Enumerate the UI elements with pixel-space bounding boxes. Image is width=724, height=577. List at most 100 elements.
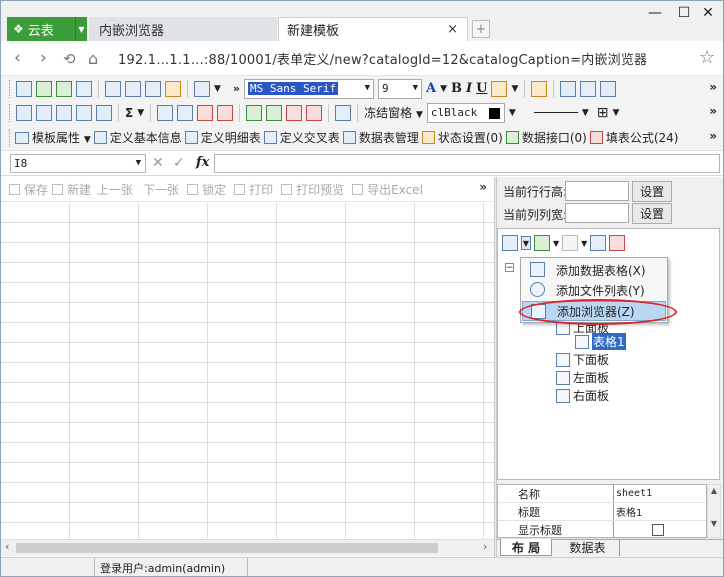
save-button[interactable]: 保存	[24, 181, 48, 198]
table-icon[interactable]	[76, 104, 92, 121]
property-row[interactable]: 名称 sheet1	[498, 485, 706, 503]
tree-node-table1[interactable]: 表格1	[575, 333, 626, 350]
export-excel-button[interactable]: 导出Excel	[367, 181, 423, 198]
chevron-down-icon[interactable]: ▼	[582, 108, 589, 118]
set-col-width-button[interactable]: 设置	[632, 203, 672, 224]
fill-color-icon[interactable]	[491, 80, 508, 97]
font-color-icon[interactable]: A	[426, 81, 436, 96]
undo-icon[interactable]	[194, 80, 210, 97]
tree-node-left-panel[interactable]: 左面板	[556, 369, 609, 386]
close-window-icon[interactable]: ✕	[690, 2, 724, 24]
chevron-down-icon[interactable]: ▼	[509, 108, 516, 118]
previous-button[interactable]: 上一张	[97, 181, 133, 198]
property-value[interactable]: sheet1	[613, 485, 706, 502]
show-title-checkbox[interactable]	[652, 523, 664, 536]
cell-format-icon[interactable]	[96, 104, 112, 121]
tab-layout[interactable]: 布 局	[500, 539, 552, 556]
next-button[interactable]: 下一张	[143, 181, 179, 198]
sort-icon[interactable]	[246, 104, 263, 121]
delete-icon[interactable]	[609, 235, 626, 251]
freeze-panes-button[interactable]: 冻结窗格 ▼	[364, 104, 423, 121]
set-row-height-button[interactable]: 设置	[632, 181, 672, 202]
chevron-down-icon[interactable]: ▼	[521, 236, 531, 250]
function-icon[interactable]: fx	[196, 155, 209, 170]
scroll-right-icon[interactable]: ›	[483, 540, 487, 553]
lock-button[interactable]: 锁定	[202, 181, 226, 198]
page-break-icon[interactable]	[286, 104, 303, 121]
new-tab-button[interactable]: +	[472, 20, 490, 38]
property-row[interactable]: 显示标题	[498, 521, 706, 539]
define-cross-table-button[interactable]: 定义交叉表	[280, 129, 340, 146]
report-icon[interactable]	[306, 104, 323, 121]
tree-node-right-panel[interactable]: 右面板	[556, 387, 609, 404]
chevron-down-icon[interactable]: ▼	[581, 239, 587, 248]
align-right-icon[interactable]	[600, 80, 617, 97]
properties-scrollbar[interactable]: ▲ ▼	[707, 484, 721, 538]
blank-page-icon[interactable]	[562, 235, 579, 251]
define-detail-table-button[interactable]: 定义明细表	[201, 129, 261, 146]
sheet-green-icon[interactable]	[36, 80, 52, 97]
border-icon[interactable]: ⊞	[597, 105, 609, 121]
chevron-down-icon[interactable]: ▼	[214, 84, 221, 94]
align-center-icon[interactable]	[580, 80, 597, 97]
abc-icon[interactable]	[335, 104, 352, 121]
bookmark-star-icon[interactable]: ☆	[699, 47, 715, 68]
export-icon[interactable]	[76, 80, 92, 97]
toolbar-overflow-icon[interactable]: »	[709, 129, 717, 143]
sum-icon[interactable]: Σ	[125, 106, 133, 120]
filter-icon[interactable]	[266, 104, 283, 121]
home-icon[interactable]: ⌂	[88, 49, 98, 68]
bold-button[interactable]: B	[451, 81, 462, 96]
add-panel-icon[interactable]	[502, 235, 518, 251]
new-button[interactable]: 新建	[67, 181, 91, 198]
chevron-down-icon[interactable]: ▼	[440, 84, 447, 94]
cut-icon[interactable]	[105, 80, 121, 97]
print-button[interactable]: 打印	[249, 181, 273, 198]
underline-button[interactable]: U	[476, 81, 487, 96]
format-painter-icon[interactable]	[165, 80, 181, 97]
color-select[interactable]: clBlack	[426, 102, 505, 123]
menu-item-add-data-table[interactable]: 添加数据表格(X)	[522, 260, 666, 280]
template-props-button[interactable]: 模板属性 ▼	[32, 129, 91, 146]
formula-input[interactable]	[214, 154, 720, 173]
save-icon[interactable]	[16, 80, 32, 97]
delete-row-icon[interactable]	[197, 104, 214, 121]
property-value[interactable]	[613, 521, 706, 538]
tab-embedded-browser[interactable]: 内嵌浏览器	[89, 17, 277, 41]
confirm-icon[interactable]: ✓	[173, 155, 185, 171]
chart-icon[interactable]	[157, 104, 174, 121]
toolbar-overflow-icon[interactable]: »	[479, 180, 487, 194]
tab-new-template[interactable]: 新建模板 ×	[278, 17, 468, 41]
scrollbar-thumb[interactable]	[16, 543, 438, 553]
back-icon[interactable]: ‹	[14, 48, 21, 68]
lock-icon[interactable]	[531, 80, 548, 97]
tree-expander-icon[interactable]: −	[505, 263, 514, 273]
delete-col-icon[interactable]	[217, 104, 234, 121]
data-interface-button[interactable]: 数据接口(0)	[522, 129, 587, 146]
scroll-left-icon[interactable]: ‹	[5, 540, 9, 553]
toolbar-overflow-icon[interactable]: »	[709, 104, 717, 118]
status-settings-button[interactable]: 状态设置(0)	[438, 129, 503, 146]
align-left-icon[interactable]	[560, 80, 577, 97]
print-preview-button[interactable]: 打印预览	[296, 181, 344, 198]
menu-item-add-file-list[interactable]: 添加文件列表(Y)	[522, 280, 666, 300]
split-panel-icon[interactable]	[534, 235, 550, 251]
chevron-down-icon[interactable]: ▼	[511, 84, 518, 94]
overflow-icon[interactable]: »	[233, 82, 240, 95]
insert-row-icon[interactable]	[36, 104, 52, 121]
refresh-icon[interactable]: ⟲	[63, 50, 76, 68]
tree-node-bottom-panel[interactable]: 下面板	[556, 351, 609, 368]
copy-icon[interactable]	[125, 80, 141, 97]
property-row[interactable]: 标题 表格1	[498, 503, 706, 521]
font-name-select[interactable]: MS Sans Serif ▼	[244, 78, 375, 99]
url-field[interactable]: 192.1…1.1…:88/10001/表单定义/new?catalogId=1…	[118, 49, 647, 68]
properties-icon[interactable]	[590, 235, 607, 251]
paste-icon[interactable]	[145, 80, 161, 97]
col-width-input[interactable]	[565, 203, 629, 223]
line-style-icon[interactable]	[533, 112, 578, 113]
define-basic-info-button[interactable]: 定义基本信息	[110, 129, 182, 146]
chevron-down-icon[interactable]: ▼	[137, 108, 144, 118]
close-tab-icon[interactable]: ×	[447, 22, 458, 37]
chevron-down-icon[interactable]: ▼	[553, 239, 559, 248]
scroll-up-icon[interactable]: ▲	[708, 486, 720, 495]
